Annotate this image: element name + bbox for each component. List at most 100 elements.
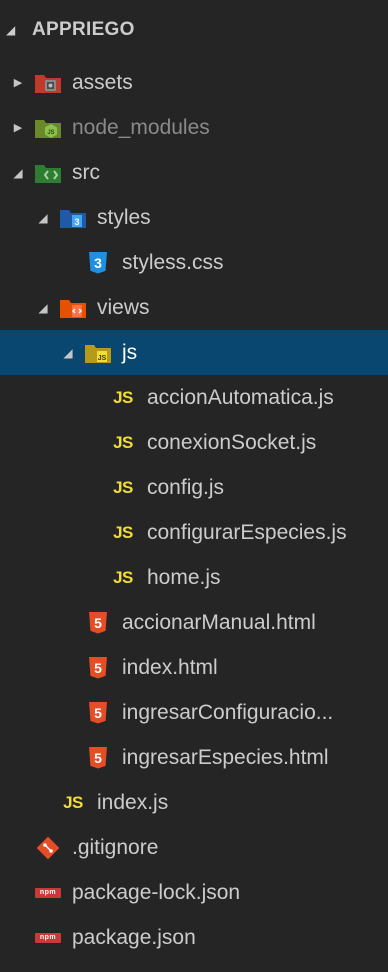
npm-file-icon: npm: [34, 880, 62, 906]
tree-item-home-js[interactable]: JS home.js: [0, 555, 388, 600]
tree-item-label: configurarEspecies.js: [147, 520, 347, 544]
tree-item-label: home.js: [147, 565, 221, 589]
tree-item-package-lock-json[interactable]: npm package-lock.json: [0, 870, 388, 915]
html-file-icon: 5: [84, 745, 112, 771]
tree-item-styles[interactable]: ◢ 3 styles: [0, 195, 388, 240]
folder-assets-icon: [34, 70, 62, 96]
tree-item-label: js: [122, 340, 138, 364]
chevron-down-icon: ◢: [6, 23, 16, 37]
tree-item-conexionsocket-js[interactable]: JS conexionSocket.js: [0, 420, 388, 465]
tree-item-styless-css[interactable]: 3 styless.css: [0, 240, 388, 285]
css-file-icon: 3: [84, 250, 112, 276]
tree-item-js[interactable]: ◢ JS js: [0, 330, 388, 375]
tree-item-label: accionAutomatica.js: [147, 385, 334, 409]
tree-item-assets[interactable]: ▶ assets: [0, 60, 388, 105]
git-file-icon: [34, 835, 62, 861]
js-file-icon: JS: [109, 430, 137, 456]
js-badge-text: JS: [113, 387, 133, 407]
tree-item-configurarespecies-js[interactable]: JS configurarEspecies.js: [0, 510, 388, 555]
svg-text:JS: JS: [47, 130, 54, 136]
js-badge-text: JS: [113, 567, 133, 587]
tree-item-accionautomatica-js[interactable]: JS accionAutomatica.js: [0, 375, 388, 420]
tree-item-accionarmanual-html[interactable]: 5 accionarManual.html: [0, 600, 388, 645]
chevron-right-icon[interactable]: ▶: [8, 73, 28, 93]
workspace-header[interactable]: ◢ APPRIEGO: [0, 0, 388, 60]
tree-item-label: node_modules: [72, 115, 210, 139]
js-badge-text: JS: [113, 432, 133, 452]
js-file-icon: JS: [109, 565, 137, 591]
js-badge-text: JS: [113, 522, 133, 542]
tree-item-ingresarconfiguracio[interactable]: 5 ingresarConfiguracio...: [0, 690, 388, 735]
tree-item-label: package.json: [72, 925, 196, 949]
file-explorer: ◢ APPRIEGO ▶ assets ▶ JS node_modules ◢ src ◢ 3 s…: [0, 0, 388, 972]
workspace-title: APPRIEGO: [32, 19, 135, 40]
tree-item-label: styless.css: [122, 250, 224, 274]
npm-file-icon: npm: [34, 925, 62, 951]
html-badge-text: 5: [89, 611, 107, 634]
chevron-down-icon[interactable]: ◢: [33, 298, 53, 318]
html-file-icon: 5: [84, 700, 112, 726]
tree-item-config-js[interactable]: JS config.js: [0, 465, 388, 510]
tree-item-ingresarespecies-html[interactable]: 5 ingresarEspecies.html: [0, 735, 388, 780]
js-file-icon: JS: [109, 385, 137, 411]
chevron-down-icon[interactable]: ◢: [58, 343, 78, 363]
tree-item-label: .gitignore: [72, 835, 159, 859]
tree-item-package-json[interactable]: npm package.json: [0, 915, 388, 960]
html-file-icon: 5: [84, 655, 112, 681]
chevron-down-icon[interactable]: ◢: [33, 208, 53, 228]
html-badge-text: 5: [89, 656, 107, 679]
tree-item-label: assets: [72, 70, 133, 94]
tree-item-label: ingresarEspecies.html: [122, 745, 329, 769]
tree-item-label: package-lock.json: [72, 880, 241, 904]
js-file-icon: JS: [109, 475, 137, 501]
folder-js-icon: JS: [84, 340, 112, 366]
css-badge-text: 3: [89, 251, 107, 274]
tree-item-label: index.html: [122, 655, 218, 679]
svg-text:JS: JS: [98, 355, 107, 362]
html-badge-text: 5: [89, 701, 107, 724]
tree-item-src[interactable]: ◢ src: [0, 150, 388, 195]
folder-views-icon: [59, 295, 87, 321]
tree-item-views[interactable]: ◢ views: [0, 285, 388, 330]
js-badge-text: JS: [113, 477, 133, 497]
tree-item-label: index.js: [97, 790, 169, 814]
tree-item-label: conexionSocket.js: [147, 430, 317, 454]
js-file-icon: JS: [59, 790, 87, 816]
tree-item-index-js[interactable]: JS index.js: [0, 780, 388, 825]
tree-item-label: styles: [97, 205, 151, 229]
tree-item-label: ingresarConfiguracio...: [122, 700, 334, 724]
folder-src-icon: [34, 160, 62, 186]
tree-item-node-modules[interactable]: ▶ JS node_modules: [0, 105, 388, 150]
tree-item-label: accionarManual.html: [122, 610, 316, 634]
folder-styles-icon: 3: [59, 205, 87, 231]
chevron-down-icon[interactable]: ◢: [8, 163, 28, 183]
tree-item-label: src: [72, 160, 100, 184]
tree-item-label: config.js: [147, 475, 225, 499]
tree-item-gitignore[interactable]: .gitignore: [0, 825, 388, 870]
tree-item-index-html[interactable]: 5 index.html: [0, 645, 388, 690]
svg-text:3: 3: [74, 217, 79, 227]
npm-badge-text: npm: [35, 887, 61, 898]
tree-item-label: views: [97, 295, 150, 319]
html-file-icon: 5: [84, 610, 112, 636]
html-badge-text: 5: [89, 746, 107, 769]
folder-node-icon: JS: [34, 115, 62, 141]
file-tree: ▶ assets ▶ JS node_modules ◢ src ◢ 3 styles 3 style…: [0, 60, 388, 960]
npm-badge-text: npm: [35, 932, 61, 943]
js-badge-text: JS: [63, 792, 83, 812]
js-file-icon: JS: [109, 520, 137, 546]
chevron-right-icon[interactable]: ▶: [8, 118, 28, 138]
